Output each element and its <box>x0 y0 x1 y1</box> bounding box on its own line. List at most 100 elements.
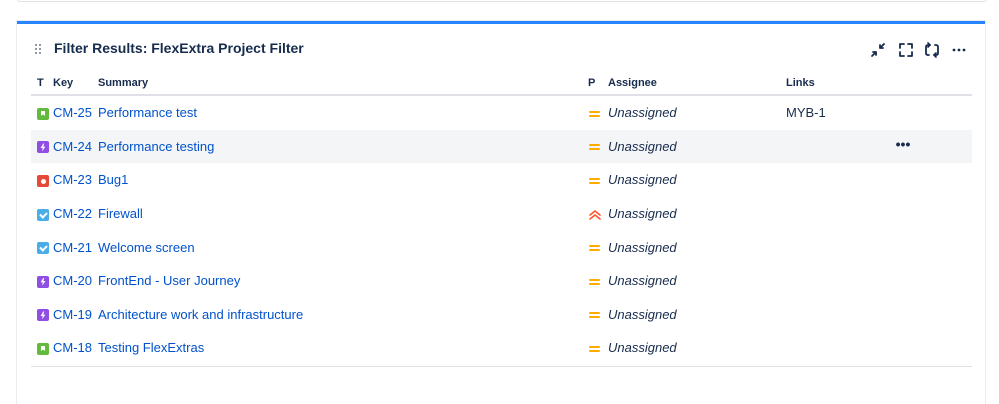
filter-results-table: T Key Summary P Assignee Links CM-25 Perf… <box>31 72 972 365</box>
issue-summary-link[interactable]: Bug1 <box>98 172 128 187</box>
type-cell <box>31 331 53 365</box>
table-row[interactable]: CM-25 Performance test Unassigned MYB-1 <box>31 95 972 130</box>
assignee-value: Unassigned <box>608 340 677 356</box>
epic-type-icon <box>37 275 49 288</box>
issue-key-link[interactable]: CM-22 <box>53 206 92 221</box>
actions-cell <box>891 298 972 332</box>
story-type-icon <box>37 343 49 356</box>
type-cell <box>31 95 53 130</box>
issue-summary-link[interactable]: Firewall <box>98 206 143 221</box>
issue-key-link[interactable]: CM-21 <box>53 240 92 255</box>
issue-summary-link[interactable]: Performance testing <box>98 139 214 154</box>
type-cell <box>31 129 53 164</box>
actions-cell: ••• <box>891 129 972 164</box>
gadget-title: Filter Results: FlexExtra Project Filter <box>54 40 304 56</box>
summary-cell: FrontEnd - User Journey <box>98 264 588 298</box>
actions-cell <box>891 264 972 298</box>
priority-cell <box>588 331 608 365</box>
issue-summary-link[interactable]: FrontEnd - User Journey <box>98 273 240 288</box>
column-header-assignee[interactable]: Assignee <box>608 72 786 96</box>
priority-medium-icon <box>588 175 602 187</box>
more-options-button[interactable] <box>947 38 971 62</box>
filter-results-gadget: Filter Results: FlexExtra Project Filter <box>17 21 985 404</box>
table-row[interactable]: CM-24 Performance testing Unassigned ••• <box>31 129 972 164</box>
refresh-button[interactable] <box>920 38 944 62</box>
summary-cell: Testing FlexExtras <box>98 331 588 365</box>
issue-summary-link[interactable]: Architecture work and infrastructure <box>98 307 303 322</box>
assignee-value: Unassigned <box>608 273 677 289</box>
priority-medium-icon <box>588 141 602 153</box>
assignee-cell: Unassigned <box>608 163 786 197</box>
key-cell: CM-25 <box>53 95 98 130</box>
issue-key-link[interactable]: CM-25 <box>53 105 92 120</box>
key-cell: CM-21 <box>53 230 98 264</box>
links-cell <box>786 298 891 332</box>
priority-cell <box>588 298 608 332</box>
refresh-icon <box>925 42 939 58</box>
column-header-actions <box>891 72 972 96</box>
issue-key-link[interactable]: CM-18 <box>53 340 92 355</box>
table-row[interactable]: CM-23 Bug1 Unassigned <box>31 163 972 197</box>
assignee-cell: Unassigned <box>608 230 786 264</box>
priority-cell <box>588 163 608 197</box>
priority-medium-icon <box>588 309 602 321</box>
links-cell <box>786 264 891 298</box>
issue-summary-link[interactable]: Welcome screen <box>98 240 195 255</box>
type-cell <box>31 298 53 332</box>
assignee-cell: Unassigned <box>608 197 786 231</box>
priority-cell <box>588 129 608 164</box>
assignee-value: Unassigned <box>608 306 677 322</box>
key-cell: CM-20 <box>53 264 98 298</box>
gadget-header: Filter Results: FlexExtra Project Filter <box>17 24 985 72</box>
priority-cell <box>588 264 608 298</box>
priority-medium-icon <box>588 276 602 288</box>
issue-key-link[interactable]: CM-23 <box>53 172 92 187</box>
drag-handle-icon[interactable] <box>35 44 43 54</box>
key-cell: CM-19 <box>53 298 98 332</box>
column-header-summary[interactable]: Summary <box>98 72 588 96</box>
assignee-cell: Unassigned <box>608 264 786 298</box>
key-cell: CM-23 <box>53 163 98 197</box>
key-cell: CM-22 <box>53 197 98 231</box>
issue-key-link[interactable]: CM-24 <box>53 139 92 154</box>
summary-cell: Performance test <box>98 95 588 130</box>
priority-medium-icon <box>588 343 602 355</box>
table-row[interactable]: CM-22 Firewall Unassigned <box>31 197 972 231</box>
minimize-button[interactable] <box>866 38 890 62</box>
key-cell: CM-24 <box>53 129 98 164</box>
issue-summary-link[interactable]: Performance test <box>98 105 197 120</box>
type-cell <box>31 197 53 231</box>
column-header-key[interactable]: Key <box>53 72 98 96</box>
issue-key-link[interactable]: CM-20 <box>53 273 92 288</box>
links-cell <box>786 129 891 164</box>
previous-gadget-card <box>17 0 987 2</box>
story-type-icon <box>37 107 49 120</box>
priority-medium-icon <box>588 108 602 120</box>
type-cell <box>31 163 53 197</box>
type-cell <box>31 264 53 298</box>
assignee-cell: Unassigned <box>608 95 786 130</box>
column-header-priority[interactable]: P <box>588 72 608 96</box>
table-row[interactable]: CM-18 Testing FlexExtras Unassigned <box>31 331 972 365</box>
table-header-row: T Key Summary P Assignee Links <box>31 72 972 96</box>
actions-cell <box>891 331 972 365</box>
fullscreen-button[interactable] <box>894 38 918 62</box>
more-options-icon <box>952 48 966 52</box>
issue-summary-link[interactable]: Testing FlexExtras <box>98 340 204 355</box>
table-row[interactable]: CM-21 Welcome screen Unassigned <box>31 230 972 264</box>
column-header-links[interactable]: Links <box>786 72 891 96</box>
table-row[interactable]: CM-20 FrontEnd - User Journey Unassigned <box>31 264 972 298</box>
actions-cell <box>891 163 972 197</box>
table-row[interactable]: CM-19 Architecture work and infrastructur… <box>31 298 972 332</box>
priority-cell <box>588 230 608 264</box>
summary-cell: Welcome screen <box>98 230 588 264</box>
column-header-type[interactable]: T <box>31 72 53 96</box>
issue-key-link[interactable]: CM-19 <box>53 307 92 322</box>
epic-type-icon <box>37 141 49 154</box>
issue-links-value[interactable]: MYB-1 <box>786 105 826 120</box>
links-cell <box>786 163 891 197</box>
row-actions-button[interactable]: ••• <box>891 137 915 156</box>
links-cell <box>786 331 891 365</box>
summary-cell: Bug1 <box>98 163 588 197</box>
assignee-value: Unassigned <box>608 172 677 188</box>
